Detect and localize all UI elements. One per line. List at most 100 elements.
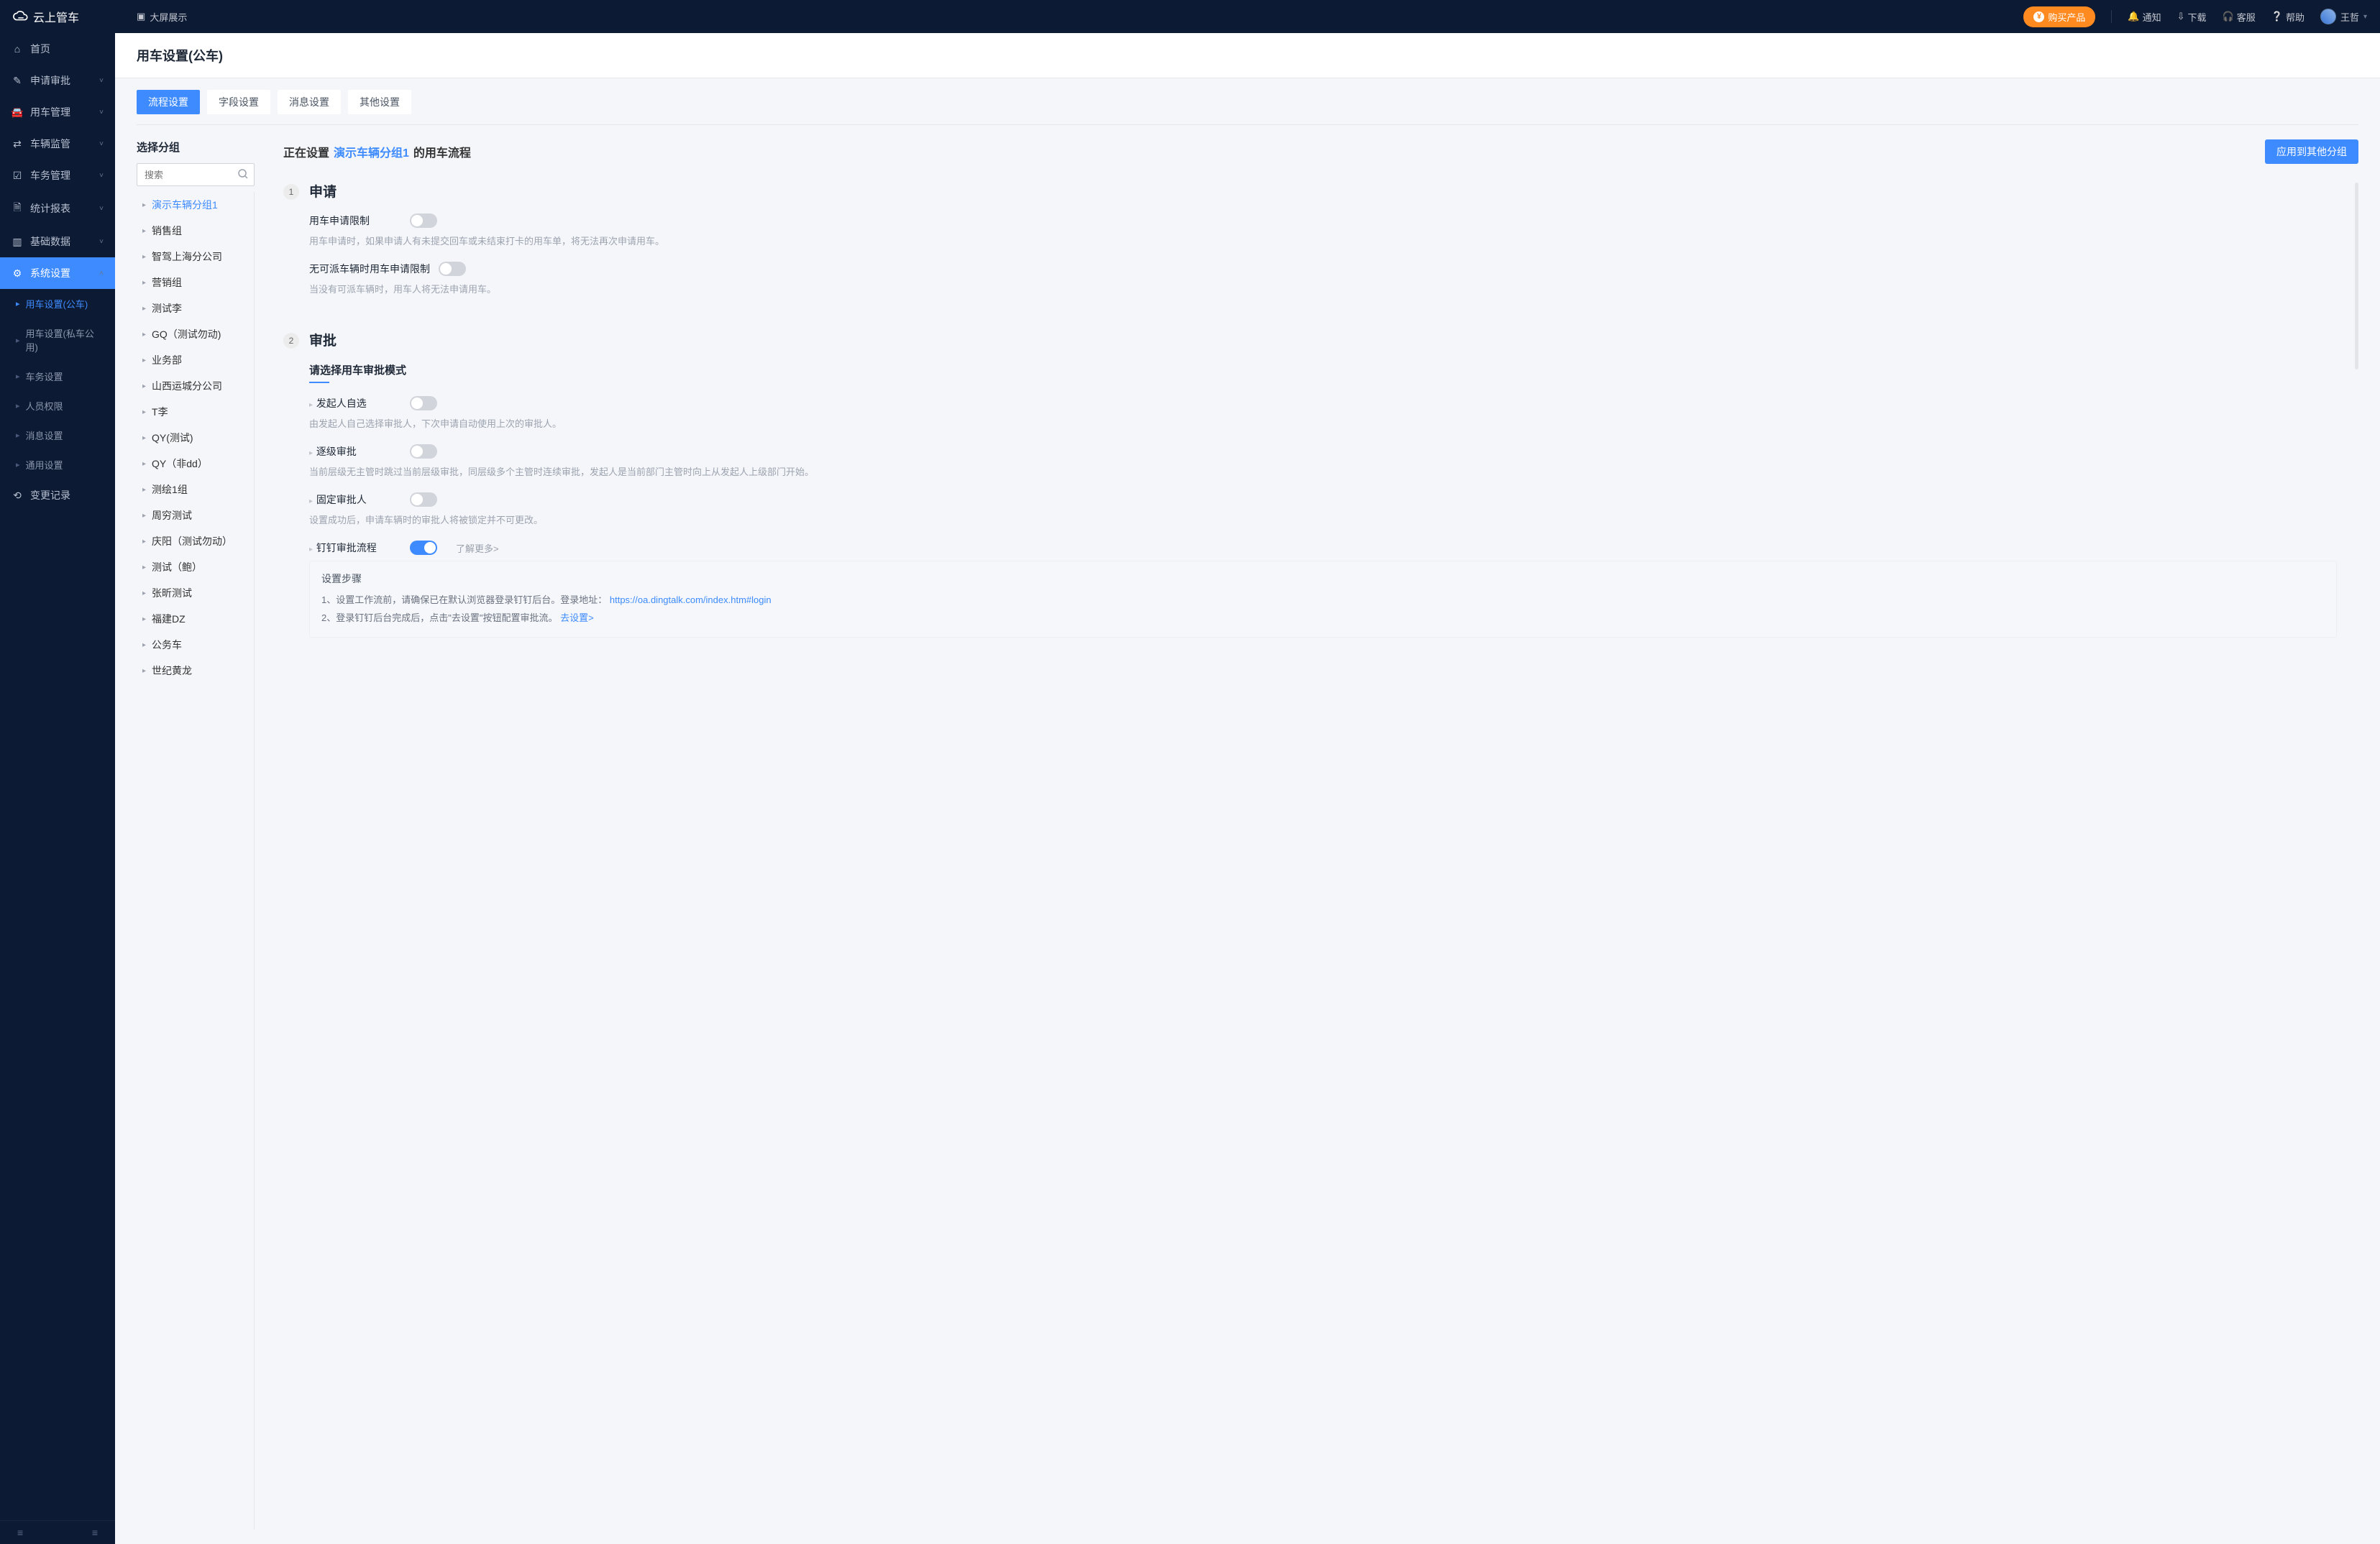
dingtalk-login-link[interactable]: https://oa.dingtalk.com/index.htm#login bbox=[610, 594, 772, 605]
sidebar-item-1[interactable]: ✎申请审批˅ bbox=[0, 65, 115, 96]
caret-right-icon: ▸ bbox=[142, 434, 146, 442]
group-item-2[interactable]: ▸智驾上海分公司 bbox=[137, 244, 251, 270]
sidebar-sub-item-3[interactable]: ▸人员权限 bbox=[0, 391, 115, 421]
group-item-16[interactable]: ▸福建DZ bbox=[137, 606, 251, 632]
download-icon: ⇩ bbox=[2177, 11, 2185, 22]
caret-right-icon: ▸ bbox=[142, 641, 146, 649]
tab-2[interactable]: 消息设置 bbox=[278, 90, 341, 114]
fixed-label: 固定审批人 bbox=[309, 492, 410, 507]
group-item-7[interactable]: ▸山西运城分公司 bbox=[137, 373, 251, 399]
big-screen-link[interactable]: ▣ 大屏展示 bbox=[137, 10, 187, 24]
caret-right-icon: ▸ bbox=[142, 382, 146, 390]
service-link[interactable]: 🎧 客服 bbox=[2223, 10, 2256, 24]
group-label: 庆阳（测试勿动） bbox=[152, 534, 232, 548]
flow-panel: 正在设置 演示车辆分组1 的用车流程 应用到其他分组 1 申请 bbox=[266, 139, 2358, 1530]
sidebar-sub-item-5[interactable]: ▸通用设置 bbox=[0, 450, 115, 479]
sidebar-sub-item-4[interactable]: ▸消息设置 bbox=[0, 421, 115, 450]
app-logo[interactable]: 云上管车 bbox=[13, 8, 79, 25]
notify-link[interactable]: 🔔 通知 bbox=[2128, 10, 2161, 24]
nav-icon: ▥ bbox=[12, 236, 23, 248]
group-item-9[interactable]: ▸QY(测试) bbox=[137, 425, 251, 451]
group-item-1[interactable]: ▸ 销售组 bbox=[137, 218, 251, 244]
page-title: 用车设置(公车) bbox=[115, 33, 2380, 78]
dingtalk-toggle[interactable] bbox=[410, 541, 437, 555]
sidebar-sub-item-1[interactable]: ▸用车设置(私车公用) bbox=[0, 318, 115, 362]
group-item-11[interactable]: ▸测绘1组 bbox=[137, 477, 251, 502]
headset-icon: 🎧 bbox=[2223, 11, 2234, 22]
sidebar-item-3[interactable]: ⇄车辆监管˅ bbox=[0, 128, 115, 160]
group-item-0[interactable]: ▸演示车辆分组1 bbox=[137, 192, 251, 218]
fixed-toggle[interactable] bbox=[410, 492, 437, 507]
sidebar-item-6[interactable]: ▥基础数据˅ bbox=[0, 226, 115, 257]
group-item-5[interactable]: ▸GQ（测试勿动) bbox=[137, 321, 251, 347]
sidebar-item-5[interactable]: 🗎统计报表˅ bbox=[0, 191, 115, 226]
step-num-1: 1 bbox=[283, 184, 299, 200]
step-line-2: 2、登录钉钉后台完成后，点击"去设置"按钮配置审批流。 去设置> bbox=[321, 610, 2325, 628]
user-menu[interactable]: 王哲 ▾ bbox=[2320, 9, 2367, 24]
sidebar-item-7[interactable]: ⚙系统设置˄ bbox=[0, 257, 115, 289]
initiator-toggle[interactable] bbox=[410, 396, 437, 410]
collapse-right-icon[interactable]: ≡ bbox=[92, 1527, 98, 1538]
group-label: 世纪黄龙 bbox=[152, 663, 192, 678]
download-link[interactable]: ⇩ 下载 bbox=[2177, 10, 2207, 24]
go-settings-link[interactable]: 去设置> bbox=[560, 612, 594, 623]
help-link[interactable]: ❔ 帮助 bbox=[2271, 10, 2305, 24]
sub-label: 用车设置(公车) bbox=[26, 297, 88, 311]
field-fixed: 固定审批人 bbox=[309, 492, 2337, 507]
group-item-4[interactable]: ▸测试李 bbox=[137, 295, 251, 321]
group-item-17[interactable]: ▸公务车 bbox=[137, 632, 251, 658]
group-item-15[interactable]: ▸ 张昕测试 bbox=[137, 580, 251, 606]
caret-right-icon: ▸ bbox=[142, 227, 146, 235]
group-item-18[interactable]: ▸ 世纪黄龙 bbox=[137, 658, 251, 684]
notify-label: 通知 bbox=[2143, 10, 2161, 24]
group-item-8[interactable]: ▸T李 bbox=[137, 399, 251, 425]
current-group-name: 演示车辆分组1 bbox=[334, 143, 409, 160]
field-stepwise: 逐级审批 bbox=[309, 444, 2337, 459]
group-item-13[interactable]: ▸庆阳（测试勿动） bbox=[137, 528, 251, 554]
divider bbox=[2111, 10, 2112, 23]
group-item-10[interactable]: ▸QY（非dd） bbox=[137, 451, 251, 477]
coin-icon: ¥ bbox=[2033, 12, 2044, 22]
tabs: 流程设置字段设置消息设置其他设置 bbox=[137, 78, 2358, 125]
sidebar-item-0[interactable]: ⌂首页 bbox=[0, 33, 115, 65]
caret-right-icon: ▸ bbox=[142, 357, 146, 364]
top-header: 云上管车 ▣ 大屏展示 ¥ 购买产品 🔔 通知 ⇩ 下载 🎧 客服 ❔ 帮助 bbox=[0, 0, 2380, 33]
collapse-left-icon[interactable]: ≡ bbox=[17, 1527, 23, 1538]
download-label: 下载 bbox=[2188, 10, 2207, 24]
tab-0[interactable]: 流程设置 bbox=[137, 90, 200, 114]
group-item-6[interactable]: ▸业务部 bbox=[137, 347, 251, 373]
apply-limit-toggle[interactable] bbox=[410, 213, 437, 228]
learn-more-link[interactable]: 了解更多> bbox=[456, 541, 499, 555]
group-item-3[interactable]: ▸营销组 bbox=[137, 270, 251, 295]
caret-right-icon: ▸ bbox=[142, 589, 146, 597]
no-car-limit-desc: 当没有可派车辆时，用车人将无法申请用车。 bbox=[309, 282, 2337, 295]
sidebar-item-2[interactable]: 🚘用车管理˅ bbox=[0, 96, 115, 128]
group-label: 张昕测试 bbox=[152, 586, 192, 600]
bell-icon: 🔔 bbox=[2128, 11, 2139, 22]
sidebar-sub-item-0[interactable]: ▸用车设置(公车) bbox=[0, 289, 115, 318]
nav-icon: ⚙ bbox=[12, 267, 23, 280]
step2-text: 2、登录钉钉后台完成后，点击"去设置"按钮配置审批流。 bbox=[321, 612, 557, 623]
apply-to-other-button[interactable]: 应用到其他分组 bbox=[2265, 139, 2358, 164]
initiator-label: 发起人自选 bbox=[309, 396, 410, 410]
nav-icon: 🚘 bbox=[12, 106, 23, 119]
caret-right-icon: ▸ bbox=[142, 667, 146, 675]
group-label: 福建DZ bbox=[152, 612, 186, 626]
group-item-14[interactable]: ▸测试（鲍） bbox=[137, 554, 251, 580]
stepwise-toggle[interactable] bbox=[410, 444, 437, 459]
sidebar-item-4[interactable]: ☑车务管理˅ bbox=[0, 160, 115, 191]
flow-top: 正在设置 演示车辆分组1 的用车流程 应用到其他分组 bbox=[283, 139, 2358, 164]
step-line-1: 1、设置工作流前，请确保已在默认浏览器登录钉钉后台。登录地址： https://… bbox=[321, 592, 2325, 610]
sidebar-change-log[interactable]: ⟲ 变更记录 bbox=[0, 479, 115, 511]
scrollbar[interactable] bbox=[2355, 183, 2358, 369]
bullet-icon: ▸ bbox=[16, 460, 20, 469]
tab-1[interactable]: 字段设置 bbox=[207, 90, 270, 114]
buy-product-button[interactable]: ¥ 购买产品 bbox=[2023, 6, 2095, 27]
group-item-12[interactable]: ▸周穷测试 bbox=[137, 502, 251, 528]
no-car-limit-toggle[interactable] bbox=[439, 262, 466, 276]
tab-3[interactable]: 其他设置 bbox=[348, 90, 411, 114]
group-label: 销售组 bbox=[152, 224, 182, 238]
sidebar-sub-item-2[interactable]: ▸车务设置 bbox=[0, 362, 115, 391]
caret-right-icon: ▸ bbox=[142, 486, 146, 494]
caret-right-icon: ▸ bbox=[142, 564, 146, 571]
